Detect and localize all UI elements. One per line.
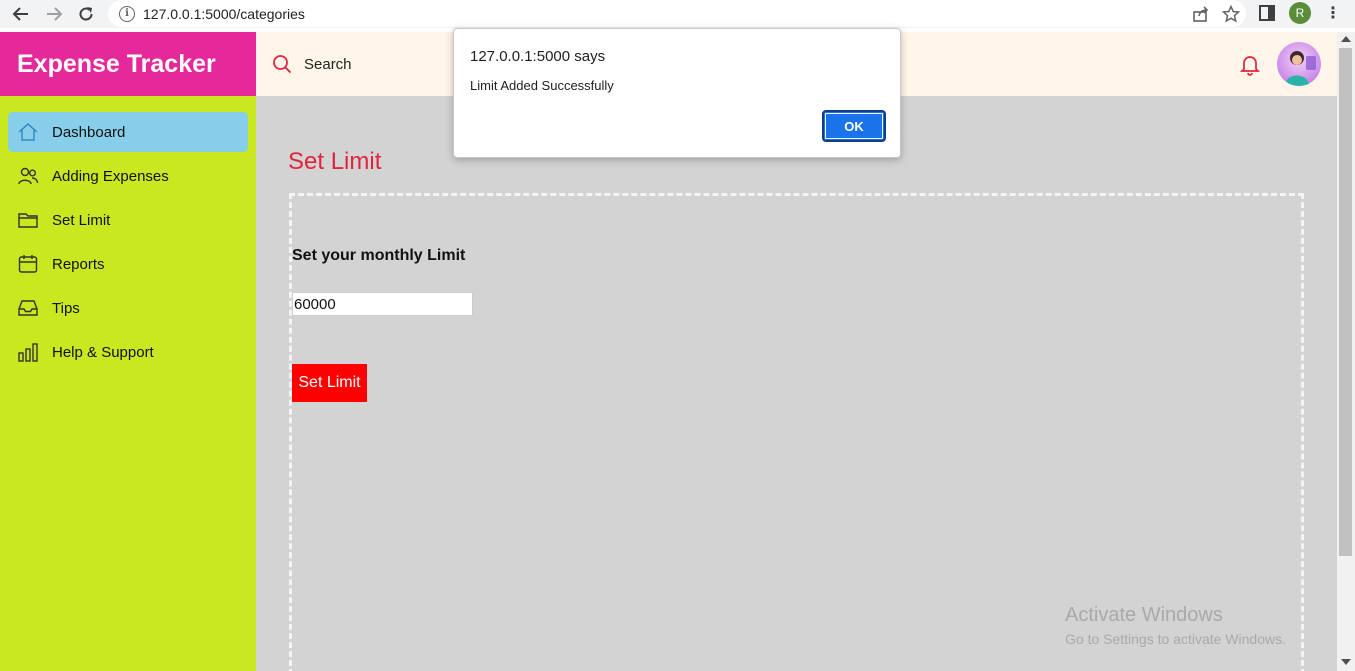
- scroll-thumb[interactable]: [1339, 48, 1352, 556]
- scroll-up-arrow-icon[interactable]: [1341, 36, 1351, 42]
- watermark-subtitle: Go to Settings to activate Windows.: [1065, 631, 1286, 647]
- sidebar: Expense Tracker Dashboard Adding Expense…: [0, 32, 256, 671]
- dialog-message: Limit Added Successfully: [470, 78, 614, 93]
- sidebar-item-set-limit[interactable]: Set Limit: [8, 200, 248, 240]
- sidebar-item-help-support[interactable]: Help & Support: [8, 332, 248, 372]
- sidebar-item-label: Adding Expenses: [52, 167, 169, 185]
- limit-heading: Set your monthly Limit: [292, 247, 466, 264]
- back-arrow-icon[interactable]: [9, 2, 33, 26]
- sidebar-menu: Dashboard Adding Expenses Set Limit Repo…: [0, 96, 256, 372]
- site-info-icon[interactable]: i: [119, 5, 135, 22]
- forward-arrow-icon[interactable]: [42, 2, 66, 26]
- side-panel-icon[interactable]: [1259, 5, 1275, 21]
- browser-toolbar: i 127.0.0.1:5000/categories R ⋮: [0, 0, 1355, 28]
- set-limit-button[interactable]: Set Limit: [292, 364, 367, 402]
- page-scrollbar[interactable]: [1337, 32, 1355, 671]
- bar-chart-icon: [16, 340, 40, 364]
- bookmark-star-icon[interactable]: [1216, 4, 1246, 23]
- scroll-down-arrow-icon[interactable]: [1341, 659, 1351, 665]
- sidebar-item-adding-expenses[interactable]: Adding Expenses: [8, 156, 248, 196]
- brand-title: Expense Tracker: [0, 32, 256, 96]
- sidebar-item-label: Dashboard: [52, 123, 126, 141]
- share-icon[interactable]: [1186, 5, 1216, 23]
- url-text: 127.0.0.1:5000/categories: [143, 5, 305, 22]
- calendar-icon: [16, 252, 40, 276]
- search-icon[interactable]: [272, 54, 292, 74]
- page-title: Set Limit: [288, 148, 382, 175]
- inbox-icon: [16, 296, 40, 320]
- bell-icon[interactable]: [1238, 52, 1262, 76]
- watermark-title: Activate Windows: [1065, 604, 1223, 626]
- main-content: Set Limit Set your monthly Limit Set Lim…: [256, 96, 1337, 671]
- sidebar-item-label: Set Limit: [52, 211, 111, 229]
- dialog-title: 127.0.0.1:5000 says: [470, 48, 606, 65]
- sidebar-item-dashboard[interactable]: Dashboard: [8, 112, 248, 152]
- windows-activation-watermark: Activate Windows Go to Settings to activ…: [1065, 604, 1286, 647]
- profile-avatar[interactable]: R: [1289, 2, 1311, 24]
- home-icon: [16, 120, 40, 144]
- sidebar-item-tips[interactable]: Tips: [8, 288, 248, 328]
- reload-icon[interactable]: [74, 2, 98, 26]
- address-bar[interactable]: i 127.0.0.1:5000/categories: [108, 0, 1246, 27]
- browser-menu-icon[interactable]: ⋮: [1325, 3, 1341, 23]
- sidebar-item-label: Help & Support: [52, 343, 154, 361]
- search-label[interactable]: Search: [304, 56, 352, 73]
- alert-dialog: 127.0.0.1:5000 says Limit Added Successf…: [453, 28, 901, 158]
- limit-input[interactable]: [292, 292, 473, 316]
- sidebar-item-label: Tips: [52, 299, 80, 317]
- sidebar-item-reports[interactable]: Reports: [8, 244, 248, 284]
- sidebar-item-label: Reports: [52, 255, 105, 273]
- ok-button[interactable]: OK: [822, 110, 886, 142]
- avatar-icon[interactable]: [1277, 42, 1321, 86]
- users-icon: [16, 164, 40, 188]
- folder-icon: [16, 208, 40, 232]
